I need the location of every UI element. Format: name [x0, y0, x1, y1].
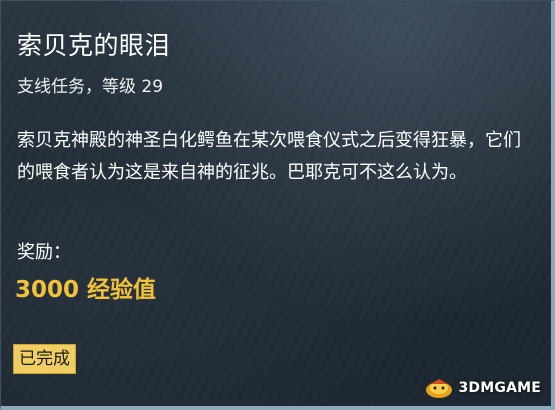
watermark-text: 3DMGAME	[458, 380, 541, 396]
completed-status-badge: 已完成	[13, 344, 76, 374]
quest-type-level: 支线任务，等级 29	[17, 77, 164, 97]
quest-title: 索贝克的眼泪	[17, 31, 171, 60]
watermark: 3DMGAME	[424, 376, 541, 400]
quest-info-panel: 索贝克的眼泪 支线任务，等级 29 索贝克神殿的神圣白化鳄鱼在某次喂食仪式之后变…	[0, 0, 555, 410]
reward-label: 奖励：	[17, 242, 71, 263]
quest-description: 索贝克神殿的神圣白化鳄鱼在某次喂食仪式之后变得狂暴，它们的喂食者认为这是来自神的…	[17, 130, 521, 183]
reward-xp: 3000 经验值	[15, 277, 157, 303]
3dm-logo-icon	[426, 379, 453, 398]
